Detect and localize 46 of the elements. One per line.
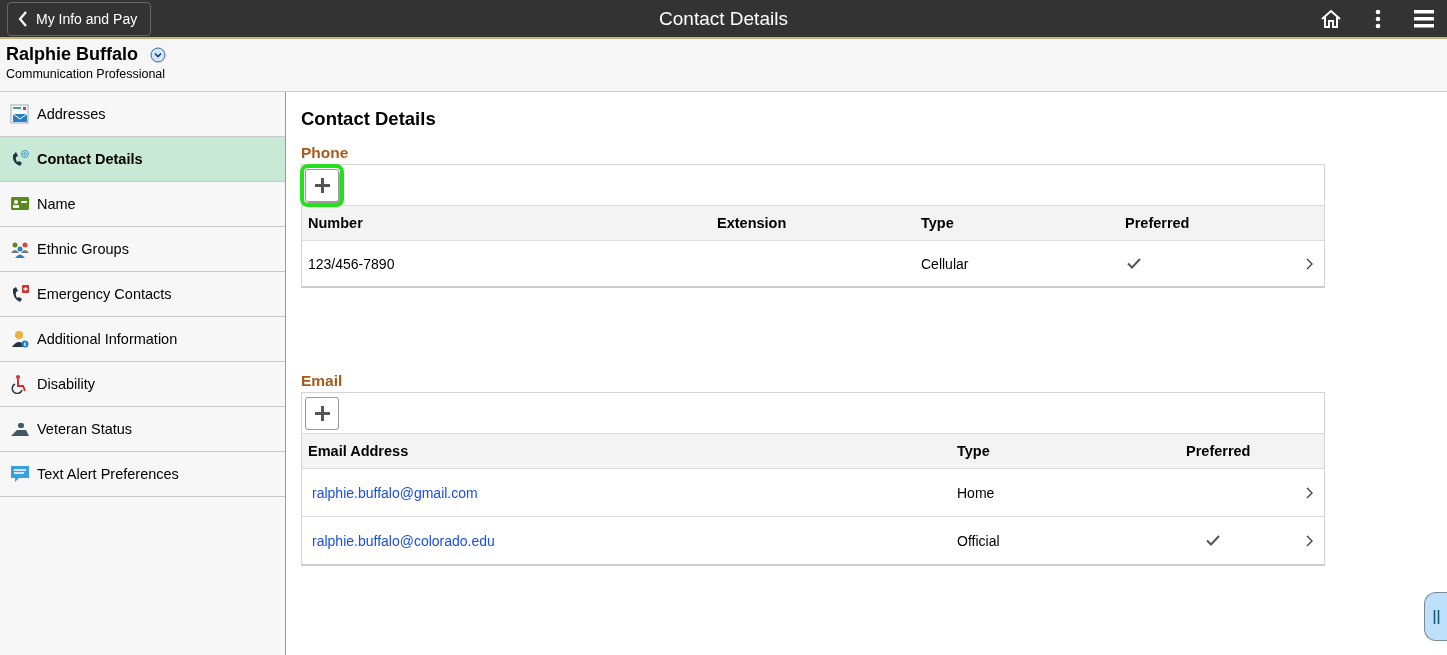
- chevron-right-icon[interactable]: [1305, 257, 1313, 270]
- column-header: Preferred: [1125, 215, 1190, 231]
- column-header: Type: [921, 215, 954, 231]
- table-cell: 123/456-7890: [308, 255, 395, 272]
- page-title: Contact Details: [659, 7, 788, 30]
- sidebar-item[interactable]: Ethnic Groups: [0, 227, 285, 272]
- table-cell: Home: [957, 484, 995, 501]
- pause-bars-icon: [1432, 609, 1440, 624]
- emergency-icon: [10, 284, 30, 304]
- addresses-icon: [10, 104, 30, 124]
- section-title: Phone: [301, 144, 350, 162]
- chevron-right-icon[interactable]: [1305, 534, 1313, 547]
- person-role: Communication Professional: [6, 67, 167, 81]
- email-link[interactable]: ralphie.buffalo@colorado.edu: [308, 532, 495, 549]
- back-button[interactable]: My Info and Pay: [7, 1, 152, 36]
- column-header: Extension: [717, 215, 787, 231]
- column-header: Number: [308, 215, 363, 231]
- column-header: Type: [957, 443, 990, 459]
- sidebar-item[interactable]: Disability: [0, 362, 285, 407]
- chevron-down-circle-icon[interactable]: [150, 46, 166, 63]
- table-row[interactable]: ralphie.buffalo@gmail.com Home: [302, 469, 1324, 517]
- chevron-right-icon[interactable]: [1305, 486, 1313, 499]
- more-options-icon[interactable]: [1375, 8, 1381, 29]
- chevron-left-icon: [18, 10, 28, 27]
- sidebar-item[interactable]: Name: [0, 182, 285, 227]
- section-title: Email: [301, 372, 344, 390]
- add-button[interactable]: [305, 396, 339, 430]
- column-header: Preferred: [1186, 443, 1251, 459]
- column-header: Email Address: [308, 443, 409, 459]
- home-icon[interactable]: [1320, 8, 1342, 29]
- plus-icon: [314, 177, 330, 193]
- email-link[interactable]: ralphie.buffalo@gmail.com: [308, 484, 478, 501]
- table-cell: Cellular: [921, 255, 969, 272]
- panel-handle[interactable]: [1424, 592, 1447, 641]
- table-cell: Official: [957, 532, 1000, 549]
- content-title: Contact Details: [301, 108, 437, 130]
- plus-icon: [314, 405, 330, 421]
- table-row[interactable]: ralphie.buffalo@colorado.edu Official: [302, 517, 1324, 564]
- sidebar-item[interactable]: Additional Information: [0, 317, 285, 362]
- sidebar-item[interactable]: Veteran Status: [0, 407, 285, 452]
- sidebar-item[interactable]: Emergency Contacts: [0, 272, 285, 317]
- sidebar-item[interactable]: Text Alert Preferences: [0, 452, 285, 497]
- sidebar-item[interactable]: Contact Details: [0, 137, 285, 182]
- table-row[interactable]: 123/456-7890 Cellular: [302, 241, 1324, 286]
- person-name: Ralphie Buffalo: [6, 44, 138, 65]
- menu-icon[interactable]: [1414, 9, 1434, 28]
